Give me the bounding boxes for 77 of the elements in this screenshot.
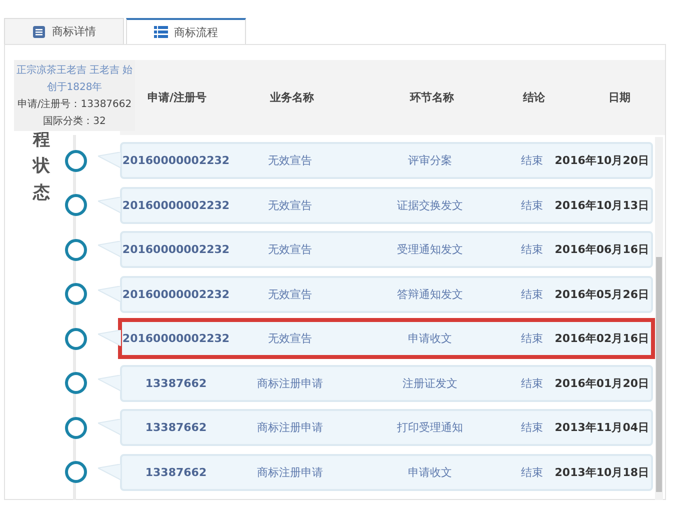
table-cell-text: 2016年10月13日 [554, 198, 650, 212]
table-cell-text: 商标注册申请 [256, 376, 324, 390]
tooltip-title: 正宗凉茶王老吉 王老吉 始创于1828年 [15, 64, 134, 95]
table-cell-text: 结束 [520, 198, 544, 212]
table-cell-text: 答辩通知发文 [396, 286, 464, 302]
record-row[interactable]: 20160000002232 无效宣告 受理通知发文 结束 2016年06月16日 [120, 231, 653, 268]
card-pointer [98, 330, 121, 346]
card-pointer [98, 196, 121, 212]
card-pointer [98, 152, 121, 168]
table-cell-text: 注册证发文 [402, 376, 458, 390]
record-row[interactable]: 20160000002232 无效宣告 答辩通知发文 结束 2016年05月26日 [120, 276, 653, 312]
tooltip-text: 国际分类：32 [42, 114, 107, 129]
timeline-node [65, 416, 87, 438]
table-cell: 20160000002232 [122, 198, 230, 212]
timeline-node [65, 283, 87, 305]
table-cell-text: 无效宣告 [267, 242, 313, 257]
table-cell-text: 受理通知发文 [396, 242, 464, 257]
table-cell-text: 2016年10月20日 [554, 153, 650, 168]
table-cell-text: 13387662 [144, 466, 208, 478]
table-cell-text: 结束 [520, 464, 544, 480]
record-row[interactable]: 20160000002232 无效宣告 申请收文 结束 2016年02月16日 [120, 320, 653, 357]
table-cell-text: 商标注册申请 [256, 420, 324, 435]
tab[interactable]: 商标详情 [4, 18, 124, 44]
table-cell-text: 2016年05月26日 [554, 286, 650, 302]
table-cell-text: 2013年11月04日 [554, 420, 650, 435]
column-header: 业务名称 [269, 90, 315, 105]
table-cell-text: 证据交换发文 [396, 198, 464, 212]
column-header: 环节名称 [408, 90, 455, 105]
table-cell-text: 无效宣告 [267, 286, 313, 302]
table-cell-text: 结束 [520, 242, 544, 257]
timeline-node [65, 150, 87, 172]
tab[interactable]: 商标流程 [126, 18, 246, 44]
table-cell-text: 打印受理通知 [396, 420, 464, 435]
scrollbar[interactable] [655, 137, 663, 500]
table-cell-text: 商标注册申请 [256, 464, 324, 480]
table-cell-text: 申请收文 [407, 464, 453, 480]
table-cell-text: 2016年06月16日 [554, 242, 650, 257]
column-header: 结论 [522, 90, 546, 105]
table-cell: 20160000002232 [122, 154, 230, 167]
table-cell-text: 结束 [520, 153, 544, 168]
record-row[interactable]: 20160000002232 无效宣告 证据交换发文 结束 2016年10月13日 [120, 186, 653, 224]
table-cell-text: 13387662 [144, 376, 208, 390]
card-pointer [98, 241, 121, 257]
document-icon [32, 24, 46, 38]
table-cell-text: 结束 [520, 420, 544, 435]
table-cell: 20160000002232 [122, 243, 230, 256]
table-cell-text: 13387662 [144, 421, 208, 434]
card-pointer [98, 286, 121, 302]
timeline-node [65, 328, 87, 350]
side-label: 程状态 [33, 129, 50, 205]
table-cell-text: 无效宣告 [267, 198, 313, 212]
card-pointer [98, 374, 121, 390]
column-header: 日期 [608, 90, 632, 105]
table-cell-text: 申请收文 [407, 331, 453, 346]
timeline-node [65, 194, 87, 216]
record-row[interactable]: 13387662 商标注册申请 申请收文 结束 2013年10月18日 [120, 454, 653, 490]
table-cell-text: 结束 [520, 331, 544, 346]
table-cell-text: 无效宣告 [267, 153, 313, 168]
table-cell-text: 无效宣告 [267, 331, 313, 346]
table-cell-text: 2016年01月20日 [554, 376, 650, 390]
timeline-node [65, 238, 87, 260]
table-cell-text: 结束 [520, 286, 544, 302]
timeline-node [65, 461, 87, 483]
card-pointer [98, 419, 121, 435]
table-cell-text: 2013年10月18日 [554, 464, 650, 480]
table-cell-text: 2016年02月16日 [554, 331, 650, 346]
table-cell-text: 评审分案 [407, 153, 453, 168]
record-row[interactable]: 13387662 商标注册申请 打印受理通知 结束 2013年11月04日 [120, 409, 653, 446]
list-icon [154, 26, 168, 38]
tooltip-text: 申请/注册号：13387662 [16, 98, 133, 112]
table-cell-text: 结束 [520, 376, 544, 390]
record-row[interactable]: 20160000002232 无效宣告 评审分案 结束 2016年10月20日 [120, 142, 653, 179]
timeline-node [65, 372, 87, 394]
table-cell: 20160000002232 [122, 288, 230, 300]
record-row[interactable]: 13387662 商标注册申请 注册证发文 结束 2016年01月20日 [120, 364, 653, 402]
table-cell: 20160000002232 [122, 332, 230, 345]
card-pointer [98, 464, 121, 480]
